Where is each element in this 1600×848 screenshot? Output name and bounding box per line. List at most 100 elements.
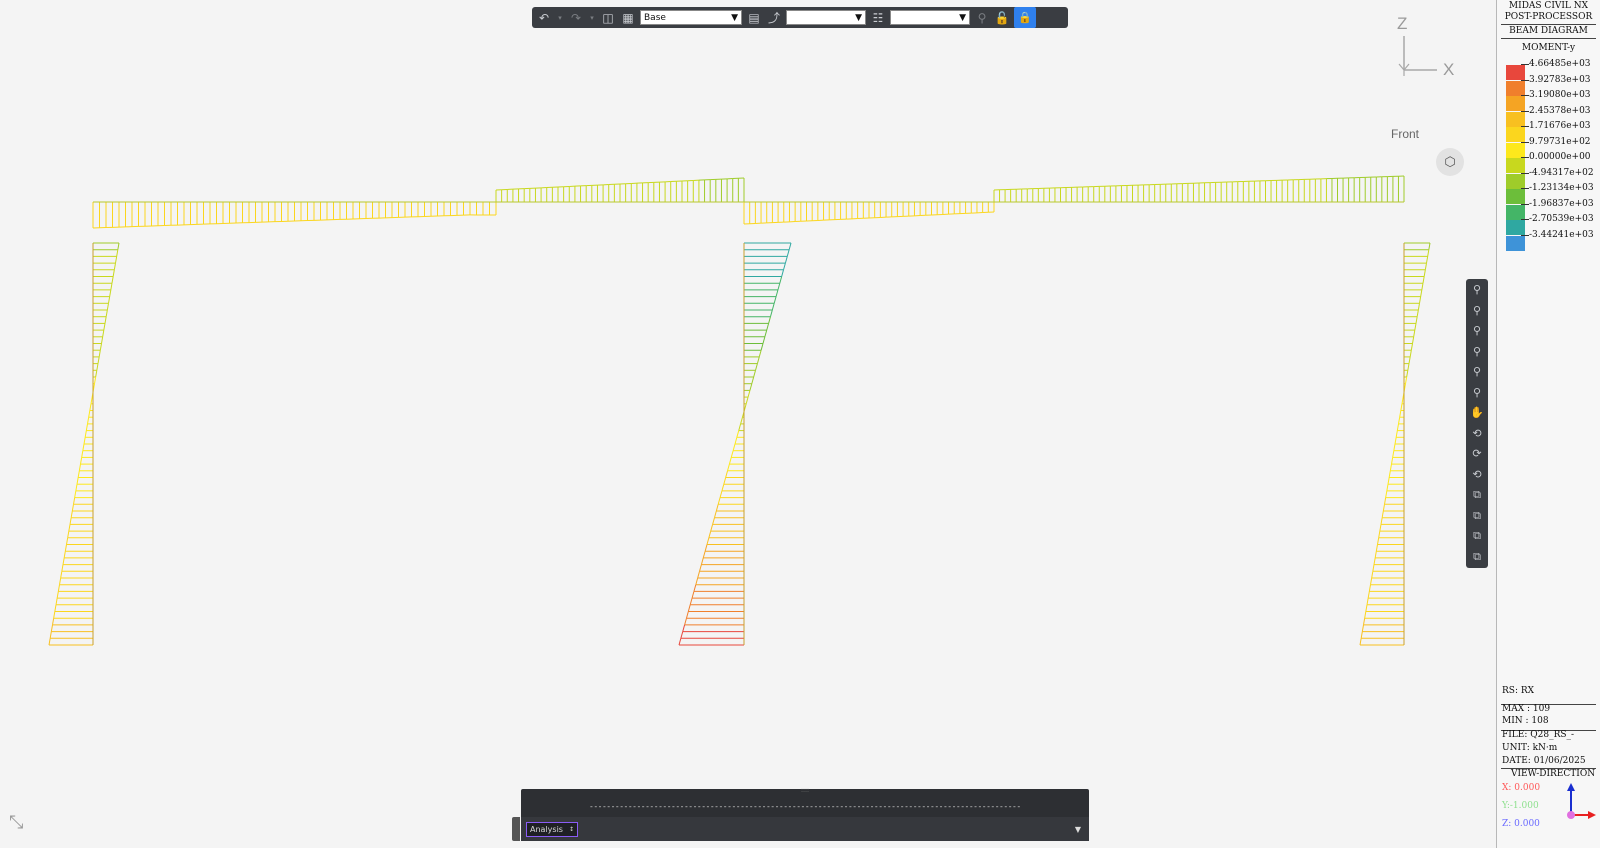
console-input-bar: Analysis ↕ ▼ — [521, 817, 1089, 841]
column-moment-outline — [67, 531, 70, 538]
column-moment-outline — [1364, 611, 1367, 619]
view-iso-icon[interactable]: ⧉ — [1469, 487, 1485, 503]
filter-select-1[interactable]: ▼ — [786, 10, 866, 25]
lock-icon[interactable]: 🔒 — [1014, 7, 1036, 28]
column-moment-outline — [1373, 557, 1376, 565]
column-moment-outline — [103, 323, 106, 331]
column-moment-outline — [697, 571, 701, 579]
column-moment-outline — [1380, 517, 1383, 525]
legend-label: -1.96837e+03 — [1529, 198, 1594, 209]
column-moment-outline — [693, 584, 697, 592]
measure-tool-icon[interactable]: ⤡ — [9, 812, 23, 833]
resize-grip-icon[interactable]: :::: — [799, 788, 811, 794]
legend-swatch — [1506, 65, 1525, 80]
top-toolbar: ↶ ▾ ↷ ▾ ◫ ▦ Base ▼ ▤ ⤴ ▼ ☷ ▼ ⚲ 🔓 🔒 — [532, 7, 1068, 28]
column-moment-outline — [50, 624, 53, 632]
rotate-right-icon[interactable]: ⟲ — [1469, 467, 1485, 483]
zoom-fit-icon[interactable]: ⚲ — [1469, 282, 1485, 298]
stage-select[interactable]: Base ▼ — [640, 10, 742, 25]
zoom-all-icon[interactable]: ⚲ — [1469, 364, 1485, 380]
pan-hand-icon[interactable]: ✋ — [1469, 405, 1485, 421]
zoom-out-icon[interactable]: ⚲ — [1469, 344, 1485, 360]
column-moment-outline — [1417, 303, 1420, 311]
column-moment-outline — [1401, 397, 1404, 404]
legend-swatch — [1506, 127, 1525, 142]
legend-swatch — [1506, 220, 1525, 235]
column-moment-outline — [704, 544, 708, 552]
column-moment-outline — [769, 309, 773, 317]
column-moment-outline — [61, 564, 64, 572]
column-moment-outline — [1426, 256, 1429, 264]
unlock-icon[interactable]: 🔓 — [994, 10, 1010, 26]
rotate-icon[interactable]: ⟲ — [1469, 426, 1485, 442]
filter-select-2[interactable]: ▼ — [890, 10, 970, 25]
view-front-icon[interactable]: ⧉ — [1469, 508, 1485, 524]
column-moment-outline — [783, 262, 786, 270]
column-moment-outline — [83, 437, 86, 445]
diagram-type: BEAM DIAGRAM — [1509, 26, 1588, 36]
legend-label: 9.79731e+02 — [1529, 136, 1591, 147]
column-moment-outline — [1410, 343, 1413, 351]
column-moment-outline — [1370, 577, 1373, 585]
view-side-icon[interactable]: ⧉ — [1469, 528, 1485, 544]
column-moment-outline — [53, 611, 56, 619]
column-moment-outline — [1416, 309, 1419, 317]
file-name: FILE: Q28_RS_- — [1502, 730, 1575, 740]
column-moment-outline — [116, 249, 119, 257]
column-moment-outline — [771, 303, 775, 311]
column-moment-outline — [1386, 484, 1389, 491]
legend-swatch — [1506, 204, 1525, 220]
legend-tick — [1521, 157, 1529, 158]
view-cube-icon[interactable]: ⬡ — [1436, 148, 1464, 176]
mode-select-value: Analysis — [530, 825, 563, 834]
column-moment-outline — [766, 323, 770, 331]
column-moment-outline — [719, 490, 723, 498]
column-moment-outline — [781, 269, 785, 277]
column-moment-outline — [710, 524, 714, 532]
column-moment-outline — [75, 484, 78, 491]
console-handle[interactable] — [512, 817, 520, 841]
table-icon[interactable]: ▤ — [746, 10, 762, 26]
document-icon[interactable]: ◫ — [600, 10, 616, 26]
column-moment-outline — [699, 564, 702, 572]
column-moment-outline — [1366, 598, 1369, 605]
redo-icon[interactable]: ↷ — [568, 10, 584, 26]
legend-swatch — [1506, 80, 1525, 96]
zoom-window-icon[interactable]: ⚲ — [1469, 303, 1485, 319]
zoom-in-icon[interactable]: ⚲ — [1469, 323, 1485, 339]
legend-label: 2.45378e+03 — [1529, 105, 1591, 116]
column-moment-outline — [732, 443, 736, 451]
filter-icon[interactable]: ☷ — [870, 10, 886, 26]
legend-swatch — [1506, 189, 1525, 204]
model-viewport[interactable] — [0, 0, 1496, 848]
column-moment-outline — [63, 551, 66, 558]
column-moment-outline — [753, 370, 757, 378]
structure-icon[interactable]: ▦ — [620, 10, 636, 26]
zoom-previous-icon[interactable]: ⚲ — [1469, 385, 1485, 401]
chevron-down-icon[interactable]: ▼ — [1075, 825, 1081, 834]
view-top-icon[interactable]: ⧉ — [1469, 549, 1485, 565]
legend-swatch — [1506, 235, 1525, 251]
column-moment-outline — [1359, 638, 1362, 646]
column-moment-outline — [1394, 437, 1397, 445]
column-moment-outline — [1387, 477, 1390, 485]
undo-icon[interactable]: ↶ — [536, 10, 552, 26]
divider — [1501, 38, 1596, 39]
redo-dropdown-icon[interactable]: ▾ — [588, 10, 596, 26]
legend-label: 3.19080e+03 — [1529, 90, 1591, 100]
column-moment-outline — [98, 350, 101, 357]
column-moment-outline — [87, 417, 90, 424]
undo-dropdown-icon[interactable]: ▾ — [556, 10, 564, 26]
search-icon[interactable]: ⚲ — [974, 10, 990, 26]
column-moment-outline — [695, 577, 699, 585]
legend-entry: -3.44241e+03 — [1502, 230, 1597, 251]
rotate-left-icon[interactable]: ⟳ — [1469, 446, 1485, 462]
mode-select[interactable]: Analysis ↕ — [526, 822, 578, 837]
legend-swatch — [1506, 173, 1525, 189]
command-console: :::: -----------------------------------… — [512, 788, 1089, 841]
select-cursor-icon[interactable]: ⤴ — [766, 10, 782, 26]
column-moment-outline — [117, 242, 120, 250]
date-label: DATE: 01/06/2025 — [1502, 756, 1586, 766]
processor-title: POST-PROCESSOR — [1504, 12, 1593, 22]
column-moment-outline — [773, 296, 777, 304]
